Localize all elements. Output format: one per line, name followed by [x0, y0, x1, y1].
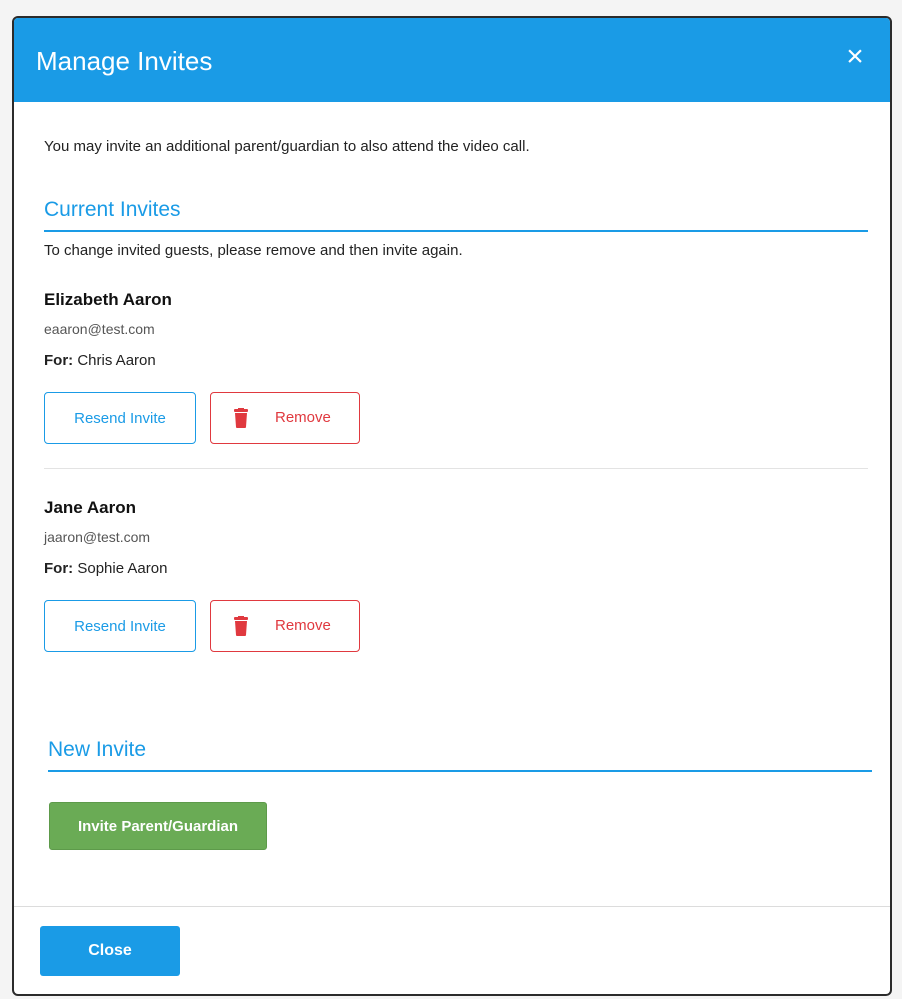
- invite-divider: [44, 468, 868, 469]
- remove-label: Remove: [275, 409, 331, 426]
- invite-name: Elizabeth Aaron: [44, 290, 172, 309]
- invite-for-value: Sophie Aaron: [77, 560, 168, 577]
- invite-name: Jane Aaron: [44, 498, 136, 517]
- invite-for: For: Sophie Aaron: [44, 560, 167, 577]
- remove-button[interactable]: Remove: [210, 600, 360, 652]
- trash-icon: [234, 616, 248, 636]
- for-label: For:: [44, 560, 74, 577]
- modal-title: Manage Invites: [36, 46, 213, 76]
- intro-text: You may invite an additional parent/guar…: [44, 138, 530, 155]
- current-invites-rule: [44, 230, 868, 232]
- resend-invite-button[interactable]: Resend Invite: [44, 392, 196, 444]
- invite-email: eaaron@test.com: [44, 321, 155, 337]
- remove-label: Remove: [275, 617, 331, 634]
- invite-for: For: Chris Aaron: [44, 352, 156, 369]
- invite-email: jaaron@test.com: [44, 529, 151, 545]
- trash-icon: [234, 408, 248, 428]
- close-button[interactable]: Close: [40, 926, 180, 976]
- resend-invite-button[interactable]: Resend Invite: [44, 600, 196, 652]
- helper-text: To change invited guests, please remove …: [44, 242, 463, 259]
- new-invite-rule: [48, 770, 872, 772]
- current-invites-title: Current Invites: [44, 198, 181, 221]
- manage-invites-modal: Manage Invites × You may invite an addit…: [12, 16, 892, 996]
- for-label: For:: [44, 352, 74, 369]
- remove-button[interactable]: Remove: [210, 392, 360, 444]
- invite-parent-guardian-button[interactable]: Invite Parent/Guardian: [49, 802, 267, 850]
- modal-header: Manage Invites ×: [14, 18, 890, 102]
- new-invite-title: New Invite: [48, 738, 147, 761]
- footer-divider: [14, 906, 890, 907]
- invite-for-value: Chris Aaron: [77, 352, 156, 369]
- close-icon[interactable]: ×: [840, 42, 870, 72]
